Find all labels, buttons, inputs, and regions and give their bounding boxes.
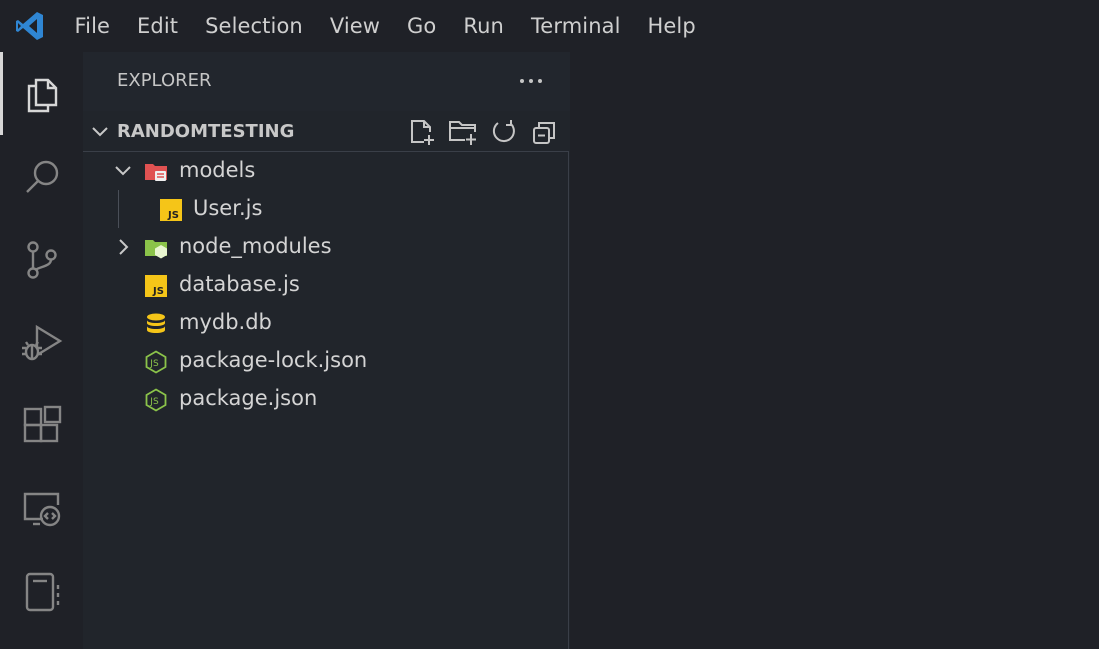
tree-item-label: models [179,158,256,182]
new-file-button[interactable] [405,115,439,149]
explorer-sidebar: EXPLORER RANDOMTESTING models JS User.js… [83,52,570,649]
menu-run[interactable]: Run [450,0,518,52]
menu-selection[interactable]: Selection [192,0,317,52]
tree-item-label: database.js [179,272,300,296]
javascript-file-icon: JS [160,199,182,221]
menu-edit[interactable]: Edit [124,0,192,52]
chevron-down-icon [92,127,108,137]
new-folder-button[interactable] [446,115,480,149]
activity-explorer[interactable] [0,52,83,135]
more-actions-button[interactable] [513,66,549,96]
tree-item-label: package-lock.json [179,348,368,372]
title-bar: File Edit Selection View Go Run Terminal… [0,0,1099,52]
tree-item-label: mydb.db [179,310,272,334]
explorer-icon [27,78,57,112]
nodejs-icon: JS [145,388,167,412]
database-icon [147,313,165,333]
activity-extensions[interactable] [0,384,83,467]
workspace-title: RANDOMTESTING [117,121,295,142]
activity-bar [0,52,83,649]
editor-area[interactable] [570,52,1099,649]
run-debug-icon [21,324,62,360]
chevron-down-icon [115,166,131,176]
activity-run-debug[interactable] [0,301,83,384]
tree-item-label: node_modules [179,234,332,258]
tree-item-user-js[interactable]: JS User.js [83,190,567,228]
menu-view[interactable]: View [316,0,393,52]
vscode-logo-icon [14,10,46,42]
tree-item-label: User.js [193,196,263,220]
source-control-icon [26,240,57,279]
svg-text:JS: JS [149,397,159,407]
svg-text:JS: JS [152,286,164,297]
chevron-right-icon [119,239,129,255]
notebook-icon [25,572,59,611]
explorer-title: EXPLORER [117,70,212,91]
tree-item-package-lock-json[interactable]: JS package-lock.json [83,342,567,380]
tree-item-database-js[interactable]: JS database.js [83,266,567,304]
menu-file[interactable]: File [61,0,124,52]
activity-source-control[interactable] [0,218,83,301]
file-tree: models JS User.js node_modules JS databa… [83,151,569,649]
extensions-icon [23,405,61,442]
new-folder-icon [449,121,476,145]
ellipsis-icon [520,79,542,83]
models-folder-icon [145,164,167,181]
collapse-all-icon [533,122,555,144]
new-file-icon [411,120,434,145]
sidebar-header: EXPLORER [83,52,570,111]
activity-remote-explorer[interactable] [0,467,83,550]
nodejs-icon: JS [145,350,167,374]
tree-item-package-json[interactable]: JS package.json [83,380,567,418]
workspace-section-header[interactable]: RANDOMTESTING [83,111,570,153]
menu-bar: File Edit Selection View Go Run Terminal… [61,0,709,52]
svg-text:JS: JS [167,210,179,221]
menu-terminal[interactable]: Terminal [517,0,634,52]
search-icon [25,160,58,193]
tree-item-node-modules[interactable]: node_modules [83,228,567,266]
svg-text:JS: JS [149,359,159,369]
tree-item-models[interactable]: models [83,152,567,190]
node-modules-folder-icon [145,240,167,259]
menu-help[interactable]: Help [634,0,709,52]
javascript-file-icon: JS [145,275,167,297]
tree-item-label: package.json [179,386,318,410]
refresh-button[interactable] [487,115,521,149]
menu-go[interactable]: Go [394,0,450,52]
collapse-all-button[interactable] [528,115,562,149]
activity-notebook[interactable] [0,550,83,633]
activity-search[interactable] [0,135,83,218]
tree-item-mydb-db[interactable]: mydb.db [83,304,567,342]
refresh-icon [492,120,515,143]
remote-explorer-icon [23,492,60,526]
